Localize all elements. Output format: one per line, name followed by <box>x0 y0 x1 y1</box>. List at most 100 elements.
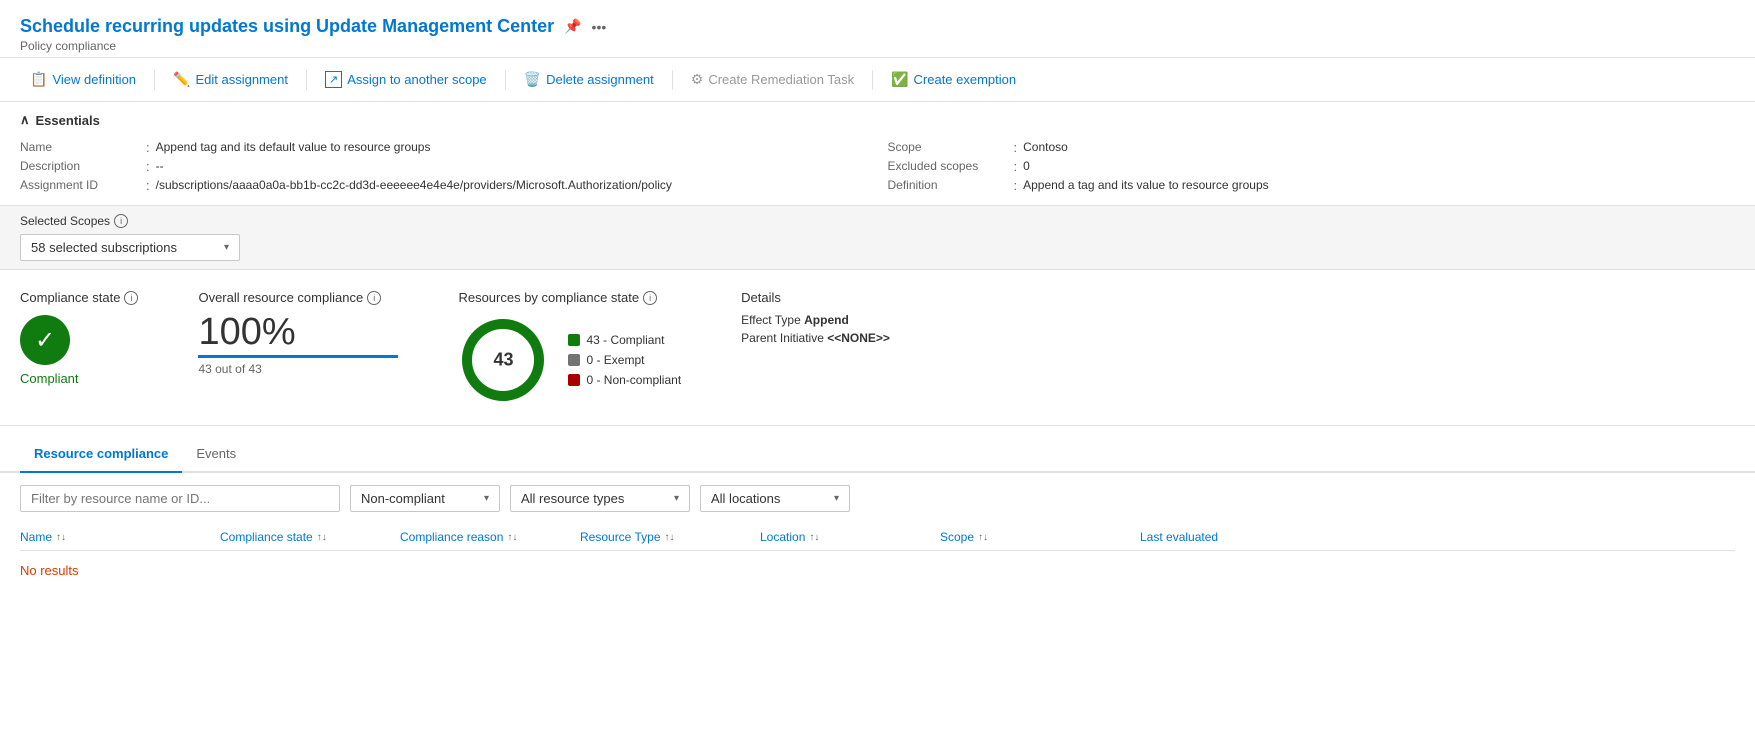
table-container: Name ↑↓ Compliance state ↑↓ Compliance r… <box>0 524 1755 590</box>
tabs-section: Resource compliance Events <box>0 436 1755 473</box>
essentials-name-label: Name <box>20 140 140 154</box>
essentials-excluded-row: Excluded scopes : 0 <box>888 157 1736 176</box>
overall-compliance-bar <box>198 355 398 358</box>
legend-exempt: 0 - Exempt <box>568 353 681 367</box>
details-title: Details <box>741 290 890 305</box>
th-compliance-reason[interactable]: Compliance reason ↑↓ <box>400 530 580 544</box>
assign-scope-button[interactable]: ↗ Assign to another scope <box>315 66 497 93</box>
delete-assignment-button[interactable]: 🗑️ Delete assignment <box>514 66 664 93</box>
legend-compliant: 43 - Compliant <box>568 333 681 347</box>
th-resource-type-sort-icon: ↑↓ <box>665 532 675 543</box>
details-effect-value: Append <box>804 313 849 327</box>
th-compliance-reason-sort-icon: ↑↓ <box>507 532 517 543</box>
toolbar-separator-4 <box>672 70 673 90</box>
resource-type-filter-chevron-icon: ▾ <box>674 493 679 504</box>
essentials-scope-label: Scope <box>888 140 1008 154</box>
essentials-description-label: Description <box>20 159 140 173</box>
resources-chart-info-icon[interactable]: i <box>643 291 657 305</box>
overall-compliance-label: Overall resource compliance i <box>198 290 398 305</box>
essentials-description-value: -- <box>156 159 164 173</box>
view-definition-button[interactable]: 📋 View definition <box>20 66 146 93</box>
compliance-section: Compliance state i ✓ Compliant Overall r… <box>0 270 1755 426</box>
essentials-grid: Name : Append tag and its default value … <box>20 138 1735 195</box>
legend-noncompliant-dot <box>568 374 580 386</box>
th-scope[interactable]: Scope ↑↓ <box>940 530 1140 544</box>
th-last-evaluated[interactable]: Last evaluated <box>1140 530 1300 544</box>
essentials-header[interactable]: ∧ Essentials <box>20 112 1735 128</box>
search-input[interactable] <box>20 485 340 512</box>
toolbar-separator-1 <box>154 70 155 90</box>
overall-compliance-percent: 100% <box>198 313 398 351</box>
essentials-right: Scope : Contoso Excluded scopes : 0 Defi… <box>888 138 1736 195</box>
toolbar: 📋 View definition ✏️ Edit assignment ↗ A… <box>0 57 1755 102</box>
compliance-state-info-icon[interactable]: i <box>124 291 138 305</box>
page-header: Schedule recurring updates using Update … <box>0 0 1755 57</box>
th-name[interactable]: Name ↑↓ <box>20 530 220 544</box>
th-compliance-state[interactable]: Compliance state ↑↓ <box>220 530 400 544</box>
compliance-filter-value: Non-compliant <box>361 491 445 506</box>
create-exemption-button[interactable]: ✅ Create exemption <box>881 66 1026 93</box>
scopes-bar: Selected Scopes i 58 selected subscripti… <box>0 206 1755 270</box>
essentials-chevron-icon: ∧ <box>20 112 30 128</box>
legend-exempt-label: 0 - Exempt <box>586 353 644 367</box>
filters-row: Non-compliant ▾ All resource types ▾ All… <box>0 473 1755 524</box>
essentials-assignmentid-label: Assignment ID <box>20 178 140 192</box>
location-filter-chevron-icon: ▾ <box>834 493 839 504</box>
essentials-description-row: Description : -- <box>20 157 868 176</box>
legend-noncompliant: 0 - Non-compliant <box>568 373 681 387</box>
essentials-section: ∧ Essentials Name : Append tag and its d… <box>0 102 1755 206</box>
legend-compliant-label: 43 - Compliant <box>586 333 664 347</box>
edit-assignment-button[interactable]: ✏️ Edit assignment <box>163 66 298 93</box>
th-compliance-state-sort-icon: ↑↓ <box>317 532 327 543</box>
overall-compliance-info-icon[interactable]: i <box>367 291 381 305</box>
scopes-label: Selected Scopes i <box>20 214 1735 228</box>
compliance-state-box: Compliance state i ✓ Compliant <box>20 290 138 386</box>
essentials-definition-row: Definition : Append a tag and its value … <box>888 176 1736 195</box>
overall-compliance-box: Overall resource compliance i 100% 43 ou… <box>198 290 398 376</box>
details-effect-row: Effect Type Append <box>741 313 890 327</box>
th-location-sort-icon: ↑↓ <box>809 532 819 543</box>
create-remediation-icon: ⚙ <box>691 71 704 88</box>
resources-chart-content: 43 43 - Compliant 0 - Exempt 0 - Non-com… <box>458 315 681 405</box>
legend-noncompliant-label: 0 - Non-compliant <box>586 373 681 387</box>
essentials-assignmentid-value: /subscriptions/aaaa0a0a-bb1b-cc2c-dd3d-e… <box>156 178 672 192</box>
more-button[interactable]: ••• <box>592 19 607 35</box>
essentials-definition-value: Append a tag and its value to resource g… <box>1023 178 1269 192</box>
legend-compliant-dot <box>568 334 580 346</box>
th-name-sort-icon: ↑↓ <box>56 532 66 543</box>
resource-type-filter-dropdown[interactable]: All resource types ▾ <box>510 485 690 512</box>
essentials-scope-row: Scope : Contoso <box>888 138 1736 157</box>
scopes-dropdown[interactable]: 58 selected subscriptions ▾ <box>20 234 240 261</box>
details-box: Details Effect Type Append Parent Initia… <box>741 290 890 345</box>
location-filter-dropdown[interactable]: All locations ▾ <box>700 485 850 512</box>
toolbar-separator-2 <box>306 70 307 90</box>
assign-scope-icon: ↗ <box>325 71 342 88</box>
create-exemption-icon: ✅ <box>891 71 908 88</box>
compliant-text: Compliant <box>20 371 79 386</box>
pin-button[interactable]: 📌 <box>564 18 581 35</box>
page-subtitle: Policy compliance <box>20 39 1735 53</box>
details-parent-value: <<NONE>> <box>827 331 890 345</box>
th-scope-sort-icon: ↑↓ <box>978 532 988 543</box>
create-remediation-button[interactable]: ⚙ Create Remediation Task <box>681 66 864 93</box>
tab-events[interactable]: Events <box>182 436 250 473</box>
table-header: Name ↑↓ Compliance state ↑↓ Compliance r… <box>20 524 1735 551</box>
no-results: No results <box>20 551 1735 590</box>
compliance-filter-chevron-icon: ▾ <box>484 493 489 504</box>
overall-compliance-bar-fill <box>198 355 398 358</box>
donut-center-value: 43 <box>493 350 513 371</box>
compliance-filter-dropdown[interactable]: Non-compliant ▾ <box>350 485 500 512</box>
legend-exempt-dot <box>568 354 580 366</box>
th-resource-type[interactable]: Resource Type ↑↓ <box>580 530 760 544</box>
donut-chart: 43 <box>458 315 548 405</box>
resources-chart-box: Resources by compliance state i 43 43 - … <box>458 290 681 405</box>
essentials-name-row: Name : Append tag and its default value … <box>20 138 868 157</box>
details-parent-row: Parent Initiative <<NONE>> <box>741 331 890 345</box>
scopes-info-icon[interactable]: i <box>114 214 128 228</box>
th-location[interactable]: Location ↑↓ <box>760 530 940 544</box>
location-filter-value: All locations <box>711 491 780 506</box>
tab-resource-compliance[interactable]: Resource compliance <box>20 436 182 473</box>
page-title: Schedule recurring updates using Update … <box>20 16 554 37</box>
rc-legend: 43 - Compliant 0 - Exempt 0 - Non-compli… <box>568 333 681 387</box>
resource-type-filter-value: All resource types <box>521 491 624 506</box>
